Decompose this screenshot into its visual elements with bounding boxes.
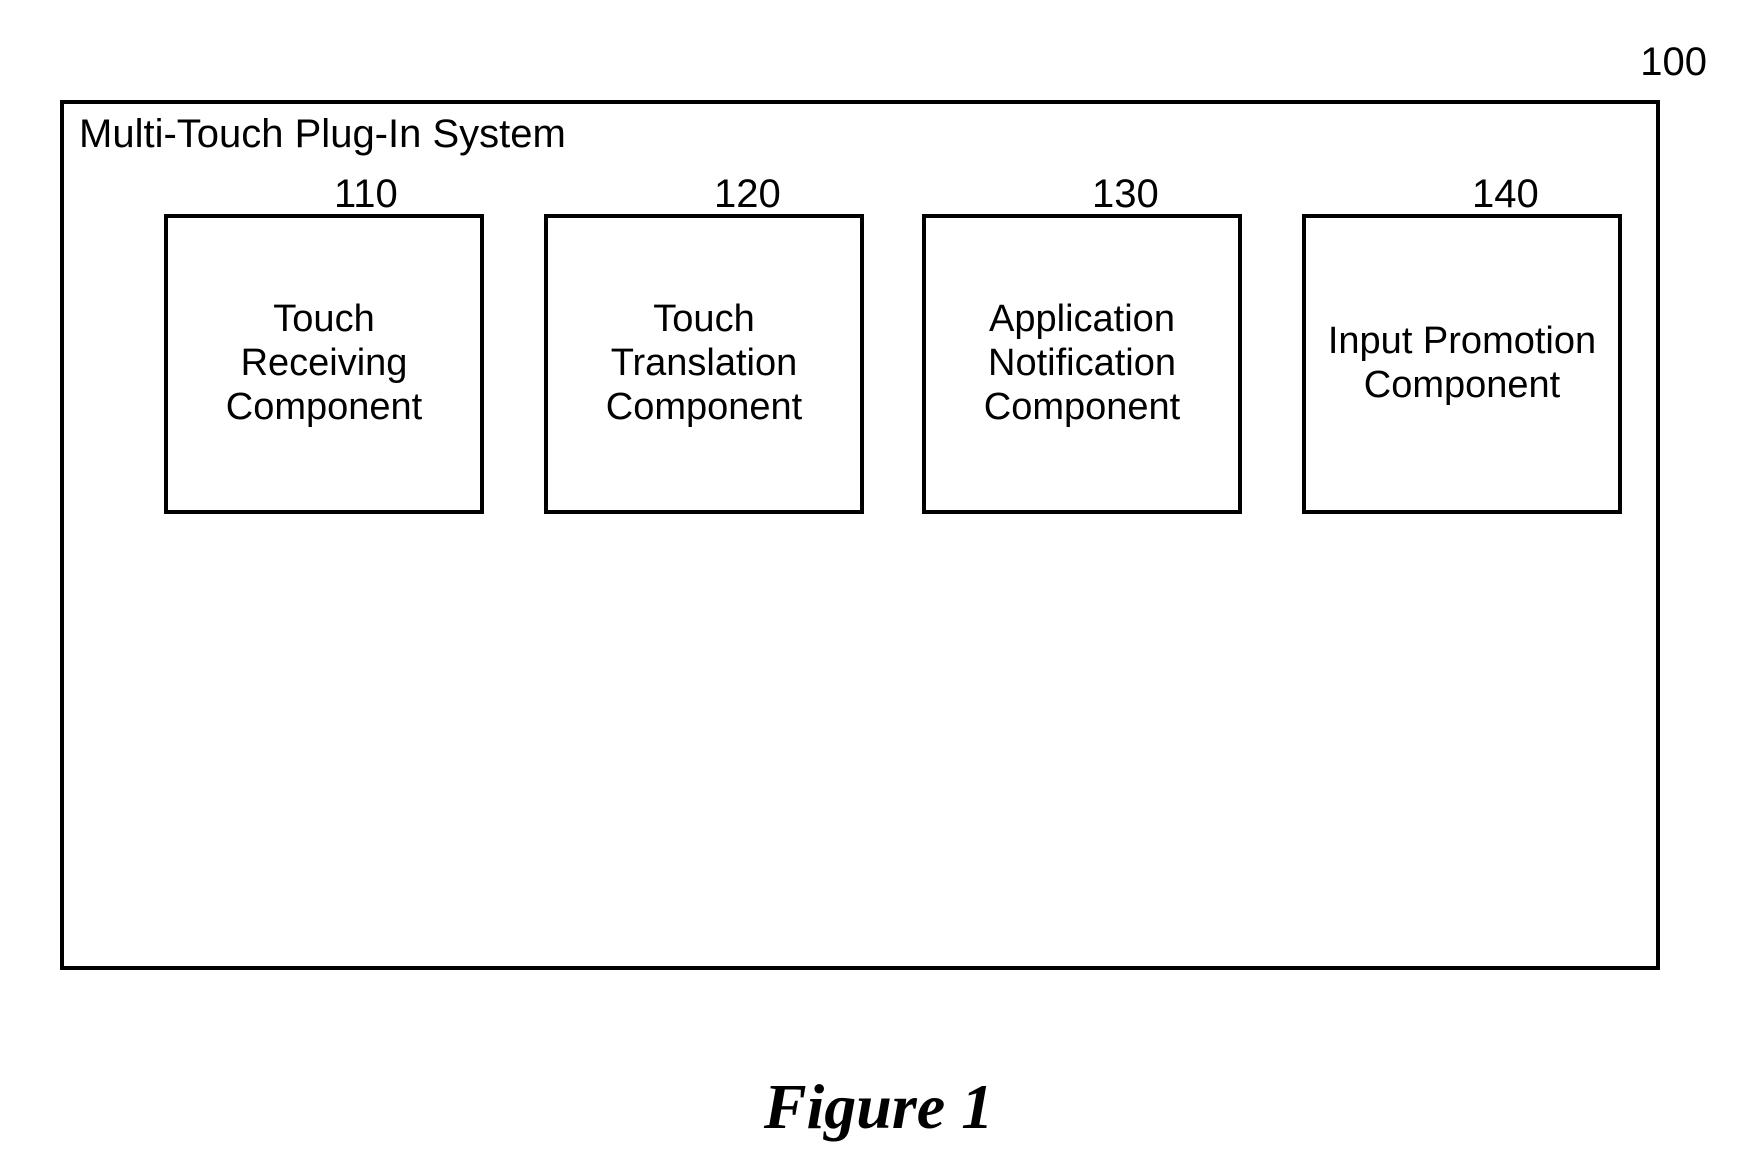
- figure-caption: Figure 1: [0, 1070, 1757, 1144]
- diagram-canvas: 100 Multi-Touch Plug-In System 110 Touch…: [0, 0, 1757, 1176]
- component-ref-140: 140: [1472, 172, 1539, 217]
- system-ref: 100: [1640, 40, 1707, 85]
- component-ref-120: 120: [714, 172, 781, 217]
- component-label: Touch Translation Component: [568, 298, 840, 429]
- component-box-touch-translation: Touch Translation Component: [544, 214, 864, 514]
- system-box: Multi-Touch Plug-In System 110 Touch Rec…: [60, 100, 1660, 970]
- component-label: Input Promotion Component: [1326, 320, 1598, 407]
- system-title: Multi-Touch Plug-In System: [79, 112, 566, 157]
- component-ref-110: 110: [334, 172, 398, 217]
- component-box-input-promotion: Input Promotion Component: [1302, 214, 1622, 514]
- component-ref-130: 130: [1092, 172, 1159, 217]
- component-label: Touch Receiving Component: [188, 298, 460, 429]
- component-box-application-notification: Application Notification Component: [922, 214, 1242, 514]
- component-box-touch-receiving: Touch Receiving Component: [164, 214, 484, 514]
- component-label: Application Notification Component: [946, 298, 1218, 429]
